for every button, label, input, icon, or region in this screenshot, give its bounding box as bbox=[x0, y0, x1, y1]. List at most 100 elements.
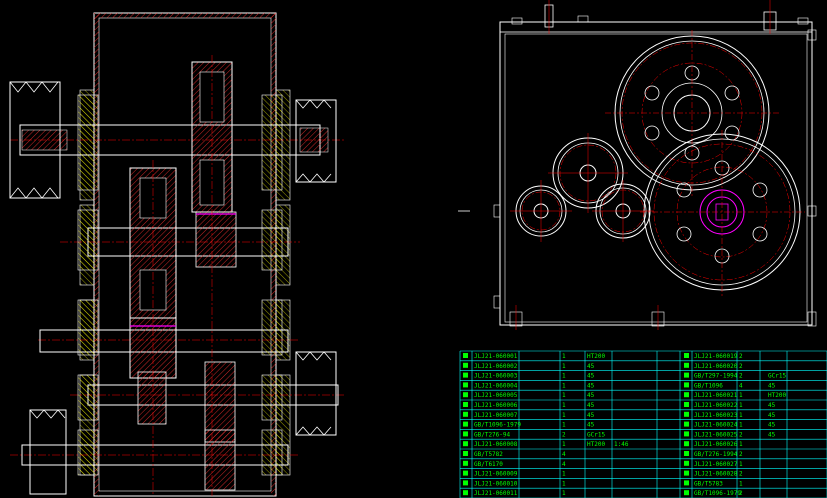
table-row-marker bbox=[463, 353, 468, 358]
table-cell: 1 bbox=[739, 422, 743, 429]
table-row-marker bbox=[463, 362, 468, 368]
table-cell: JLJ21-060011 bbox=[474, 490, 518, 497]
table-cell: 4 bbox=[562, 461, 566, 468]
table-cell: 4 bbox=[739, 382, 743, 389]
table-cell: 1 bbox=[562, 353, 566, 360]
table-row-marker bbox=[684, 382, 689, 388]
table-cell: GB/T5782 bbox=[474, 451, 503, 458]
table-cell: GB/T6170 bbox=[474, 461, 503, 468]
table-cell: JLJ21-060001 bbox=[474, 353, 518, 360]
table-row-marker bbox=[684, 470, 689, 476]
table-cell: JLJ21-060019 bbox=[694, 353, 738, 360]
table-cell: 45 bbox=[587, 402, 595, 409]
table-cell: HT200 bbox=[587, 353, 605, 360]
table-cell: 45 bbox=[768, 412, 776, 419]
table-cell: HT200 bbox=[768, 392, 786, 399]
table-cell: GCr15 bbox=[768, 373, 786, 380]
table-cell: 2 bbox=[562, 431, 566, 438]
table-cell: JLJ21-060007 bbox=[474, 412, 518, 419]
table-cell: 45 bbox=[587, 412, 595, 419]
table-row-marker bbox=[684, 490, 689, 496]
table-cell: JLJ21-060005 bbox=[474, 392, 518, 399]
table-cell: JLJ21-060009 bbox=[474, 471, 518, 478]
table-cell: JLJ21-060021 bbox=[694, 392, 738, 399]
table-cell: 1 bbox=[562, 422, 566, 429]
table-row-marker bbox=[684, 402, 689, 407]
table-cell: GB/T297-1994 bbox=[694, 373, 738, 380]
table-cell: 45 bbox=[587, 363, 595, 370]
table-cell: 1 bbox=[562, 402, 566, 409]
cad-drawing: JLJ21-060001 1 HT200 JLJ21-060019 2 JLJ21-060… bbox=[0, 0, 827, 498]
table-cell: GB/T276-94 bbox=[474, 431, 511, 438]
table-row-marker bbox=[684, 460, 689, 466]
table-cell: 2 bbox=[739, 471, 743, 478]
table-cell: GB/T1096 bbox=[694, 382, 723, 389]
table-cell: 1 bbox=[562, 392, 566, 399]
table-row-marker bbox=[684, 372, 689, 378]
table-cell: JLJ21-060020 bbox=[694, 363, 738, 370]
table-cell: GB/T5783 bbox=[694, 480, 723, 487]
table-cell: 45 bbox=[768, 422, 776, 429]
table-row-marker bbox=[463, 372, 468, 378]
table-row-marker bbox=[684, 480, 689, 486]
table-cell: 1 bbox=[739, 412, 743, 419]
housing-upper-wall bbox=[93, 12, 277, 497]
table-row-marker bbox=[463, 441, 468, 447]
table-cell: JLJ21-060023 bbox=[694, 412, 738, 419]
table-row-marker bbox=[463, 421, 468, 427]
table-cell: 45 bbox=[768, 431, 776, 438]
table-row-marker bbox=[463, 431, 468, 437]
table-cell: 2 bbox=[739, 353, 743, 360]
table-row-marker bbox=[684, 441, 689, 447]
table-cell: 1 bbox=[739, 402, 743, 409]
table-cell: JLJ21-060006 bbox=[474, 402, 518, 409]
table-row-marker bbox=[463, 490, 468, 496]
gear-small-3 bbox=[592, 180, 654, 242]
table-cell: GB/T276-1994 bbox=[694, 451, 738, 458]
table-cell: 1 bbox=[562, 373, 566, 380]
table-cell: 1 bbox=[562, 490, 566, 497]
table-cell: GB/T1096-1979 bbox=[474, 422, 521, 429]
table-row-marker bbox=[684, 421, 689, 427]
table-cell: 1:46 bbox=[614, 441, 629, 448]
table-row-marker bbox=[684, 451, 689, 456]
table-row-marker bbox=[463, 411, 468, 417]
table-cell: JLJ21-060010 bbox=[474, 480, 518, 487]
table-row-marker bbox=[684, 362, 689, 368]
shaft-4 bbox=[70, 351, 345, 443]
table-cell: 45 bbox=[587, 392, 595, 399]
table-cell: 2 bbox=[739, 363, 743, 370]
table-row-marker bbox=[684, 392, 689, 398]
table-cell: JLJ21-060024 bbox=[694, 422, 738, 429]
table-cell: 45 bbox=[587, 382, 595, 389]
side-view bbox=[458, 0, 817, 330]
table-cell: JLJ21-060026 bbox=[694, 441, 738, 448]
table-cell: JLJ21-060022 bbox=[694, 402, 738, 409]
table-cell: 2 bbox=[739, 373, 743, 380]
table-cell: GCr15 bbox=[587, 431, 605, 438]
table-cell: JLJ21-060008 bbox=[474, 441, 518, 448]
table-row-marker bbox=[463, 451, 468, 456]
table-cell: 1 bbox=[562, 441, 566, 448]
table-cell: 1 bbox=[562, 480, 566, 487]
table-cell: 1 bbox=[562, 382, 566, 389]
table-cell: 2 bbox=[739, 431, 743, 438]
table-cell: 45 bbox=[768, 382, 776, 389]
table-row-marker bbox=[684, 411, 689, 417]
table-cell: 4 bbox=[562, 451, 566, 458]
table-row-marker bbox=[463, 392, 468, 398]
table-cell: JLJ21-060028 bbox=[694, 471, 738, 478]
table-cell: 45 bbox=[587, 373, 595, 380]
table-cell: 45 bbox=[768, 402, 776, 409]
table-cell: JLJ21-060002 bbox=[474, 363, 518, 370]
gearbox-housing bbox=[499, 21, 813, 326]
table-row-marker bbox=[684, 353, 689, 358]
table-cell: 1 bbox=[562, 471, 566, 478]
gear-small-1 bbox=[548, 133, 628, 213]
table-row-marker bbox=[463, 480, 468, 486]
table-cell: 1 bbox=[562, 363, 566, 370]
table-cell: 1 bbox=[739, 461, 743, 468]
table-cell: 2 bbox=[739, 490, 743, 497]
table-cell: 1 bbox=[739, 392, 743, 399]
table-row-marker bbox=[684, 431, 689, 437]
